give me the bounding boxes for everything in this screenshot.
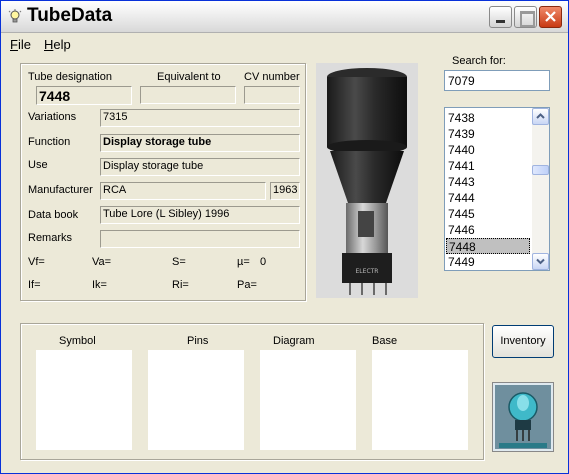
vf-label: Vf=	[28, 256, 45, 268]
ik-label: Ik=	[92, 279, 107, 291]
list-item[interactable]: 7440	[446, 142, 530, 158]
function-field[interactable]: Display storage tube	[100, 134, 300, 152]
list-item[interactable]: 7438	[446, 110, 530, 126]
diagram-panel	[260, 350, 356, 450]
close-icon	[545, 11, 556, 22]
tube-logo-image	[492, 382, 554, 452]
base-label: Base	[372, 335, 398, 347]
data-book-field[interactable]: Tube Lore (L Sibley) 1996	[100, 206, 300, 224]
pa-label: Pa=	[237, 279, 257, 291]
pins-panel	[148, 350, 244, 450]
cv-number-label: CV number	[244, 71, 300, 83]
search-label: Search for:	[452, 55, 506, 67]
mu-label: µ=	[237, 256, 250, 268]
menu-file[interactable]: File	[10, 37, 31, 52]
chevron-down-icon	[536, 258, 545, 265]
menu-help[interactable]: Help	[44, 37, 71, 52]
function-label: Function	[28, 136, 71, 148]
list-item[interactable]: 7445	[446, 206, 530, 222]
remarks-label: Remarks	[28, 232, 73, 244]
list-item[interactable]: 7444	[446, 190, 530, 206]
maximize-button[interactable]	[514, 6, 537, 28]
variations-field[interactable]: 7315	[100, 109, 300, 127]
va-label: Va=	[92, 256, 112, 268]
equivalent-to-label: Equivalent to	[157, 71, 221, 83]
scroll-thumb[interactable]	[532, 165, 549, 175]
tube-photo: ELECTR	[316, 63, 418, 298]
manufacturer-label: Manufacturer	[28, 184, 93, 196]
list-item[interactable]: 7446	[446, 222, 530, 238]
cv-number-field[interactable]	[244, 86, 300, 104]
scroll-down-button[interactable]	[532, 253, 549, 270]
list-scrollbar[interactable]	[532, 108, 549, 270]
close-button[interactable]	[539, 6, 562, 28]
use-label: Use	[28, 159, 48, 171]
data-book-label: Data book	[28, 209, 79, 221]
base-panel	[372, 350, 468, 450]
equivalent-to-field[interactable]	[140, 86, 236, 104]
ri-label: Ri=	[172, 279, 189, 291]
list-item[interactable]: 7439	[446, 126, 530, 142]
tube-listbox[interactable]: 7438 7439 7440 7441 7443 7444 7445 7446 …	[444, 107, 550, 271]
manufacturer-field[interactable]: RCA	[100, 182, 266, 200]
chevron-up-icon	[536, 113, 545, 119]
symbol-label: Symbol	[59, 335, 96, 347]
main-window: TubeData File Help Tube designation Equi…	[0, 0, 569, 474]
scroll-up-button[interactable]	[532, 108, 549, 125]
variations-label: Variations	[28, 111, 77, 123]
tube-designation-field[interactable]: 7448	[36, 86, 132, 105]
window-title: TubeData	[27, 5, 113, 26]
symbol-panel	[36, 350, 132, 450]
title-bar[interactable]: TubeData	[1, 1, 568, 33]
inventory-button[interactable]: Inventory	[492, 325, 554, 358]
svg-text:ELECTR: ELECTR	[356, 268, 379, 275]
if-label: If=	[28, 279, 41, 291]
use-field[interactable]: Display storage tube	[100, 158, 300, 176]
list-item[interactable]: 7441	[446, 158, 530, 174]
list-item[interactable]: 7449	[446, 254, 530, 270]
search-input[interactable]	[444, 70, 550, 91]
mu-value: 0	[260, 256, 267, 268]
tube-designation-label: Tube designation	[28, 71, 112, 83]
minimize-button[interactable]	[489, 6, 512, 28]
lightbulb-icon	[7, 9, 23, 25]
pins-label: Pins	[187, 335, 209, 347]
diagram-label: Diagram	[273, 335, 315, 347]
list-item-selected[interactable]: 7448	[446, 238, 530, 254]
s-label: S=	[172, 256, 186, 268]
menu-bar: File Help	[1, 34, 568, 53]
remarks-field[interactable]	[100, 230, 300, 248]
list-item[interactable]: 7443	[446, 174, 530, 190]
year-field[interactable]: 1963	[270, 182, 300, 200]
